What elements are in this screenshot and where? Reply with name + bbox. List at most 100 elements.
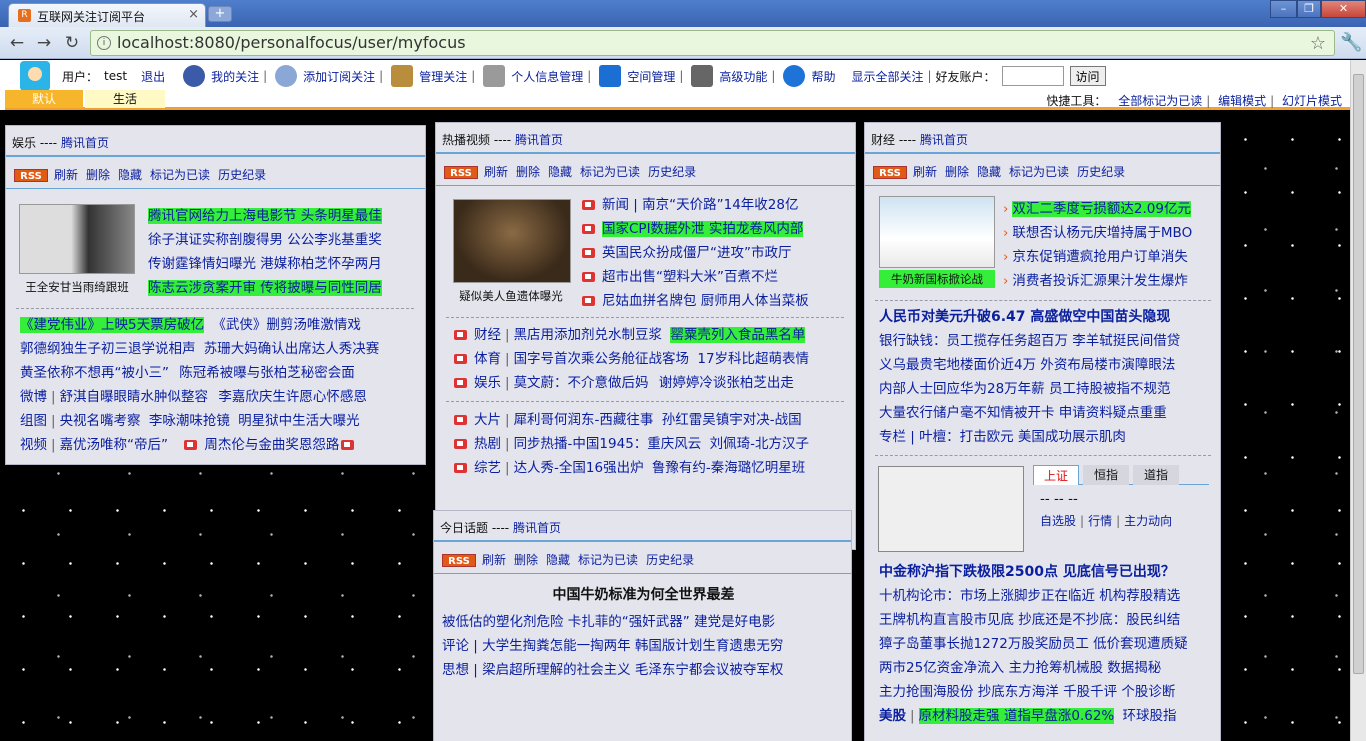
news-link[interactable]: 腾讯官网给力上海电影节 头条明星最佳: [148, 208, 382, 224]
bookmark-star-icon[interactable]: ☆: [1310, 32, 1326, 56]
refresh-link[interactable]: 刷新: [54, 168, 78, 182]
list-item[interactable]: 传谢霆锋情妇曝光 港媒称柏芝怀孕两月: [148, 252, 382, 276]
milk-image[interactable]: [879, 196, 995, 268]
category-link[interactable]: 大片: [474, 412, 501, 428]
image-caption[interactable]: 牛奶新国标掀论战: [879, 270, 995, 288]
main-flow-link[interactable]: 主力动向: [1124, 514, 1172, 528]
logout-link[interactable]: 退出: [141, 68, 165, 85]
slideshow-mode-link[interactable]: 幻灯片模式: [1282, 94, 1342, 108]
news-link[interactable]: 谢婷婷冷谈张柏芝出走: [659, 375, 794, 391]
headline-link[interactable]: 人民币对美元升破6.47 高盛做空中国苗头隐现: [879, 309, 1170, 325]
news-link[interactable]: 同步热播-中国1945：重庆风云: [514, 436, 702, 452]
news-link[interactable]: 内部人士回应华为28万年薪 员工持股被指不规范: [879, 381, 1170, 397]
rss-icon[interactable]: RSS: [873, 166, 907, 179]
news-link[interactable]: 黄圣依称不想再“被小三”: [20, 365, 169, 381]
finance-headline[interactable]: 人民币对美元升破6.47 高盛做空中国苗头隐现: [879, 305, 1170, 329]
news-link[interactable]: 莫文蔚：不介意做后妈: [514, 375, 649, 391]
list-item[interactable]: 专栏 | 叶檀：打击欧元 美国成功展示肌肉: [879, 425, 1126, 449]
tab-default[interactable]: 默认: [5, 90, 83, 108]
news-link[interactable]: 消费者投诉汇源果汁发生爆炸: [1012, 273, 1188, 289]
news-link[interactable]: 嘉优汤唯称“帝后”: [60, 437, 169, 453]
news-link[interactable]: 银行缺钱：员工揽存任务超百万 李羊轼挺民间借贷: [879, 333, 1180, 349]
rss-icon[interactable]: RSS: [14, 169, 48, 182]
news-link[interactable]: 传谢霆锋情妇曝光 港媒称柏芝怀孕两月: [148, 256, 382, 272]
news-link[interactable]: 专栏 | 叶檀：打击欧元 美国成功展示肌肉: [879, 429, 1126, 445]
image-caption[interactable]: 王全安甘当雨绮跟班: [16, 279, 138, 295]
news-link[interactable]: 评论 | 大学生掏粪怎能一掏两年 韩国版计划生育遗患无穷: [442, 638, 783, 654]
tab-dow[interactable]: 道指: [1133, 465, 1179, 485]
category-link[interactable]: 娱乐: [474, 375, 501, 391]
category-link[interactable]: 美股: [879, 708, 906, 724]
window-close-icon[interactable]: ✕: [1321, 0, 1366, 18]
list-item[interactable]: 黄圣依称不想再“被小三” 陈冠希被曝与张柏芝秘密会面: [20, 361, 355, 385]
list-item[interactable]: 内部人士回应华为28万年薪 员工持股被指不规范: [879, 377, 1170, 401]
list-item[interactable]: 主力抢围海股份 抄底东方海洋 千股千评 个股诊断: [879, 680, 1175, 704]
list-item[interactable]: 国家CPI数据外泄 实拍龙卷风内部: [582, 217, 804, 241]
list-item[interactable]: 两市25亿资金净流入 主力抢筹机械股 数据揭秘: [879, 656, 1161, 680]
list-item[interactable]: 陈志云涉贪案开审 传将披曝与同性同居: [148, 276, 382, 300]
topic-headline[interactable]: 中国牛奶标准为何全世界最差: [434, 583, 853, 607]
news-link[interactable]: 央视名嘴考察: [60, 413, 141, 429]
list-item[interactable]: 獐子岛董事长抛1272万股奖励员工 低价套现遭质疑: [879, 632, 1188, 656]
home-link[interactable]: 腾讯首页: [513, 521, 561, 535]
news-link[interactable]: 罂粟壳列入食品黑名单: [670, 327, 806, 343]
list-item[interactable]: 徐子淇证实称剖腹得男 公公李兆基重奖: [148, 228, 382, 252]
rss-icon[interactable]: RSS: [444, 166, 478, 179]
address-bar[interactable]: i localhost:8080/personalfocus/user/myfo…: [90, 30, 1335, 56]
vertical-scrollbar[interactable]: [1350, 60, 1366, 741]
list-item[interactable]: 十机构论市：市场上涨脚步正在临近 机构荐股精选: [879, 584, 1180, 608]
browser-tab[interactable]: R 互联网关注订阅平台 ×: [8, 3, 206, 27]
news-link[interactable]: 两市25亿资金净流入 主力抢筹机械股 数据揭秘: [879, 660, 1161, 676]
news-link[interactable]: 原材料股走强 道指早盘涨0.62%: [918, 708, 1115, 724]
forward-icon[interactable]: →: [33, 33, 55, 53]
news-link[interactable]: 国字号首次乘公务舱征战客场: [514, 351, 690, 367]
refresh-link[interactable]: 刷新: [482, 553, 506, 567]
list-item[interactable]: › 消费者投诉汇源果汁发生爆炸: [1003, 269, 1188, 293]
headline-link[interactable]: 中金称沪指下跌极限2500点 见底信号已出现？: [879, 564, 1175, 580]
delete-link[interactable]: 删除: [86, 168, 110, 182]
nav-profile[interactable]: 个人信息管理: [511, 68, 583, 85]
list-item[interactable]: › 联想否认杨元庆增持属于MBO: [1003, 221, 1192, 245]
reload-icon[interactable]: ↻: [61, 33, 83, 53]
list-item[interactable]: 微博 | 舒淇自曝眼睛水肿似整容 李嘉欣庆生许愿心怀感恩: [20, 385, 367, 409]
category-link[interactable]: 综艺: [474, 460, 501, 476]
new-tab-button[interactable]: +: [208, 6, 232, 22]
delete-link[interactable]: 删除: [514, 553, 538, 567]
list-item[interactable]: 尼姑血拼名牌包 厨师用人体当菜板: [582, 289, 809, 313]
close-icon[interactable]: ×: [188, 7, 199, 22]
history-link[interactable]: 历史纪录: [1077, 165, 1125, 179]
home-link[interactable]: 腾讯首页: [515, 133, 563, 147]
back-icon[interactable]: ←: [6, 33, 28, 53]
refresh-link[interactable]: 刷新: [484, 165, 508, 179]
news-link[interactable]: 17岁科比超萌表情: [697, 351, 809, 367]
news-link[interactable]: 《武侠》删剪汤唯激情戏: [212, 317, 361, 333]
category-link[interactable]: 组图: [20, 413, 47, 429]
news-link[interactable]: 国家CPI数据外泄 实拍龙卷风内部: [602, 221, 804, 237]
news-link[interactable]: 尼姑血拼名牌包 厨师用人体当菜板: [602, 293, 809, 309]
news-link[interactable]: 明星狱中生活大曝光: [238, 413, 360, 429]
news-link[interactable]: 獐子岛董事长抛1272万股奖励员工 低价套现遭质疑: [879, 636, 1188, 652]
market-link[interactable]: 行情: [1088, 514, 1112, 528]
history-link[interactable]: 历史纪录: [648, 165, 696, 179]
news-link[interactable]: 李咏潮味抢镜: [149, 413, 230, 429]
hide-link[interactable]: 隐藏: [118, 168, 142, 182]
category-link[interactable]: 财经: [474, 327, 501, 343]
news-link[interactable]: 思想 | 梁启超所理解的社会主义 毛泽东宁都会议被夺军权: [442, 662, 783, 678]
home-link[interactable]: 腾讯首页: [920, 133, 968, 147]
news-link[interactable]: 陈志云涉贪案开审 传将披曝与同性同居: [148, 280, 382, 296]
hide-link[interactable]: 隐藏: [548, 165, 572, 179]
news-link[interactable]: 环球股指: [1123, 708, 1177, 724]
list-item[interactable]: 腾讯官网给力上海电影节 头条明星最佳: [148, 204, 382, 228]
watchlist-link[interactable]: 自选股: [1040, 514, 1076, 528]
mark-all-read-link[interactable]: 全部标记为已读: [1118, 94, 1202, 108]
news-link[interactable]: 周杰伦与金曲奖恩怨路: [204, 437, 339, 453]
mark-read-link[interactable]: 标记为已读: [578, 553, 638, 567]
maximize-icon[interactable]: ❐: [1297, 0, 1321, 18]
list-item[interactable]: 体育 | 国字号首次乘公务舱征战客场 17岁科比超萌表情: [454, 347, 809, 371]
edit-mode-link[interactable]: 编辑模式: [1218, 94, 1266, 108]
list-item[interactable]: 银行缺钱：员工揽存任务超百万 李羊轼挺民间借贷: [879, 329, 1180, 353]
delete-link[interactable]: 删除: [945, 165, 969, 179]
refresh-link[interactable]: 刷新: [913, 165, 937, 179]
news-link[interactable]: 主力抢围海股份 抄底东方海洋 千股千评 个股诊断: [879, 684, 1175, 700]
news-link[interactable]: 徐子淇证实称剖腹得男 公公李兆基重奖: [148, 232, 382, 248]
